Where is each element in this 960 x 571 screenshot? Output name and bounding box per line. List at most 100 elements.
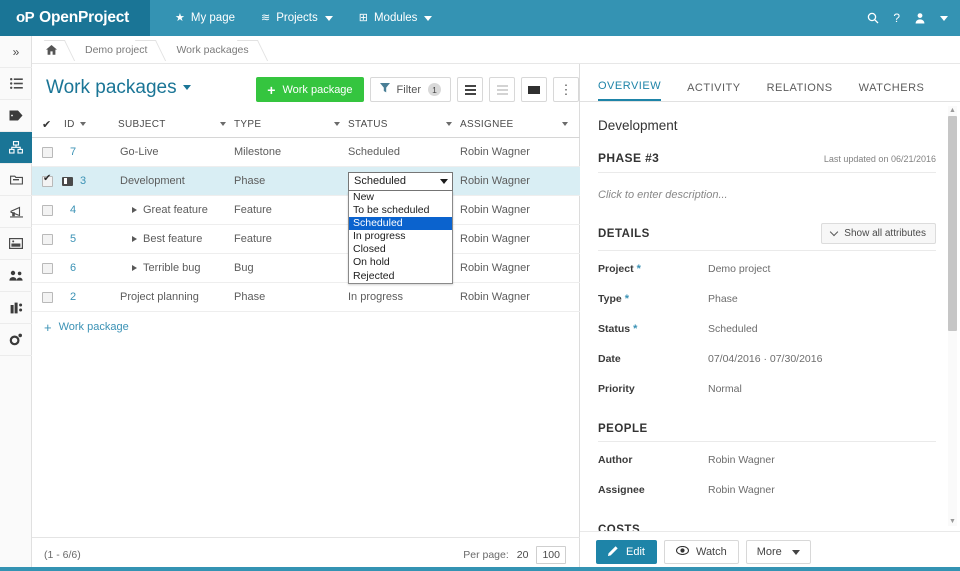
table-row[interactable]: 5 Best feature Feature Robin Wagner (32, 225, 580, 254)
news-megaphone-icon[interactable] (0, 196, 32, 228)
row-select-checkbox-cell[interactable] (32, 262, 60, 274)
row-type-cell[interactable]: Phase (234, 291, 348, 303)
per-page-option-20[interactable]: 20 (517, 549, 529, 561)
nav-item-projects[interactable]: ≋ Projects (248, 0, 346, 36)
breadcrumb-item-work-packages[interactable]: Work packages (160, 36, 261, 64)
row-type-cell[interactable]: Milestone (234, 146, 348, 158)
row-checkbox[interactable] (42, 204, 53, 216)
row-subject-label[interactable]: Terrible bug (143, 262, 200, 274)
work-package-id-link[interactable]: 5 (60, 233, 76, 245)
more-button[interactable]: More (745, 539, 811, 564)
row-select-checkbox-cell[interactable] (32, 146, 60, 158)
row-status-cell[interactable]: Scheduled New To be scheduled Scheduled … (348, 171, 460, 284)
filter-button[interactable]: Filter 1 (369, 77, 451, 102)
row-checkbox[interactable] (42, 146, 53, 158)
column-header-assignee[interactable]: ASSIGNEE (460, 119, 578, 130)
status-option-rejected[interactable]: Rejected (349, 270, 452, 283)
column-header-id[interactable]: ID (60, 119, 118, 130)
nav-item-modules[interactable]: ⊞ Modules (346, 0, 446, 36)
row-select-checkbox-cell[interactable] (32, 291, 60, 303)
edit-button[interactable]: Edit (596, 539, 657, 564)
row-select-checkbox-cell[interactable] (32, 233, 60, 245)
tab-watchers[interactable]: WATCHERS (859, 82, 925, 101)
status-select[interactable]: Scheduled (348, 171, 453, 191)
attribute-value-author[interactable]: Robin Wagner (708, 454, 775, 466)
row-assignee-cell[interactable]: Robin Wagner (460, 262, 578, 274)
details-subject[interactable]: Development (598, 118, 936, 133)
row-assignee-cell[interactable]: Robin Wagner (460, 233, 578, 245)
row-select-checkbox-cell[interactable] (32, 204, 60, 216)
row-type-cell[interactable]: Phase (234, 175, 348, 187)
table-row[interactable]: 4 Great feature Feature Robin Wagner (32, 196, 580, 225)
row-assignee-cell[interactable]: Robin Wagner (460, 146, 578, 158)
row-checkbox[interactable] (42, 262, 53, 274)
add-work-package-row[interactable]: + Work package (32, 312, 580, 342)
work-package-id-link[interactable]: 4 (60, 204, 76, 216)
attribute-value-assignee[interactable]: Robin Wagner (708, 484, 775, 496)
sort-caret-icon[interactable] (446, 121, 452, 126)
row-status-cell[interactable]: Scheduled (348, 146, 460, 158)
details-scrollbar-thumb[interactable] (948, 116, 957, 331)
attribute-value-priority[interactable]: Normal (708, 383, 742, 395)
column-header-subject[interactable]: SUBJECT (118, 119, 234, 130)
status-option-scheduled[interactable]: Scheduled (349, 216, 452, 231)
row-checkbox[interactable] (42, 233, 53, 245)
column-header-type[interactable]: TYPE (234, 119, 348, 130)
watch-button[interactable]: Watch (663, 539, 739, 564)
status-option-to-be-scheduled[interactable]: To be scheduled (349, 204, 452, 217)
description-placeholder[interactable]: Click to enter description... (598, 189, 936, 201)
work-package-id-link[interactable]: 7 (60, 146, 76, 158)
settings-gear-icon[interactable] (0, 324, 32, 356)
row-assignee-cell[interactable]: Robin Wagner (460, 175, 578, 187)
show-all-attributes-button[interactable]: Show all attributes (821, 223, 936, 244)
search-icon[interactable] (867, 12, 879, 24)
status-option-on-hold[interactable]: On hold (349, 256, 452, 269)
work-package-id-link[interactable]: 6 (60, 262, 76, 274)
activity-list-icon[interactable] (0, 68, 32, 100)
documents-image-icon[interactable] (0, 228, 32, 260)
per-page-option-100[interactable]: 100 (536, 545, 566, 564)
status-option-closed[interactable]: Closed (349, 243, 452, 256)
scroll-up-arrow-icon[interactable]: ▲ (948, 106, 957, 115)
sort-caret-icon[interactable] (334, 121, 340, 126)
table-row[interactable]: 3 Development Phase Scheduled New To b (32, 167, 580, 284)
hierarchy-arrow-icon[interactable] (132, 236, 137, 242)
view-fullscreen-button[interactable] (521, 77, 547, 102)
tab-overview[interactable]: OVERVIEW (598, 80, 662, 101)
tab-relations[interactable]: RELATIONS (767, 82, 833, 101)
status-option-in-progress[interactable]: In progress (349, 230, 452, 243)
create-work-package-button[interactable]: + Work package (256, 77, 364, 102)
sort-caret-icon[interactable] (562, 121, 568, 126)
work-package-id-link[interactable]: 2 (60, 291, 76, 303)
row-select-checkbox-cell[interactable] (32, 174, 60, 187)
expand-sidebar-icon[interactable]: » (0, 36, 32, 68)
sort-caret-icon[interactable] (79, 121, 86, 126)
logo-home-link[interactable]: oP OpenProject (0, 0, 150, 36)
sort-caret-icon[interactable] (220, 121, 226, 126)
row-assignee-cell[interactable]: Robin Wagner (460, 204, 578, 216)
attribute-value-date[interactable]: 07/04/2016 · 07/30/2016 (708, 353, 822, 365)
attribute-value-status[interactable]: Scheduled (708, 323, 758, 335)
view-list-button[interactable] (457, 77, 483, 102)
select-all-header[interactable]: ✔ (32, 118, 60, 131)
row-subject-label[interactable]: Go-Live (118, 146, 159, 158)
scroll-down-arrow-icon[interactable]: ▼ (948, 517, 957, 526)
attribute-value-project[interactable]: Demo project (708, 263, 770, 275)
breadcrumb-item-demo-project[interactable]: Demo project (69, 36, 160, 64)
row-subject-label[interactable]: Best feature (143, 233, 202, 245)
table-row[interactable]: 2 Project planning Phase In progress Rob… (32, 283, 580, 312)
table-row[interactable]: 7 Go-Live Milestone Scheduled Robin Wagn… (32, 138, 580, 167)
settings-menu-button[interactable]: ⋮ (553, 77, 579, 102)
user-menu-caret-icon[interactable] (940, 15, 948, 21)
status-select-menu[interactable]: New To be scheduled Scheduled In progres… (348, 190, 453, 284)
members-icon[interactable] (0, 260, 32, 292)
status-option-new[interactable]: New (349, 191, 452, 204)
row-type-cell[interactable]: Feature (234, 233, 348, 245)
hierarchy-arrow-icon[interactable] (132, 207, 137, 213)
user-avatar-icon[interactable] (914, 12, 926, 24)
breadcrumb-home-icon[interactable] (32, 36, 69, 64)
attribute-value-type[interactable]: Phase (708, 293, 738, 305)
row-subject-label[interactable]: Great feature (143, 204, 208, 216)
row-assignee-cell[interactable]: Robin Wagner (460, 291, 578, 303)
nav-item-my-page[interactable]: ★ My page (162, 0, 248, 36)
